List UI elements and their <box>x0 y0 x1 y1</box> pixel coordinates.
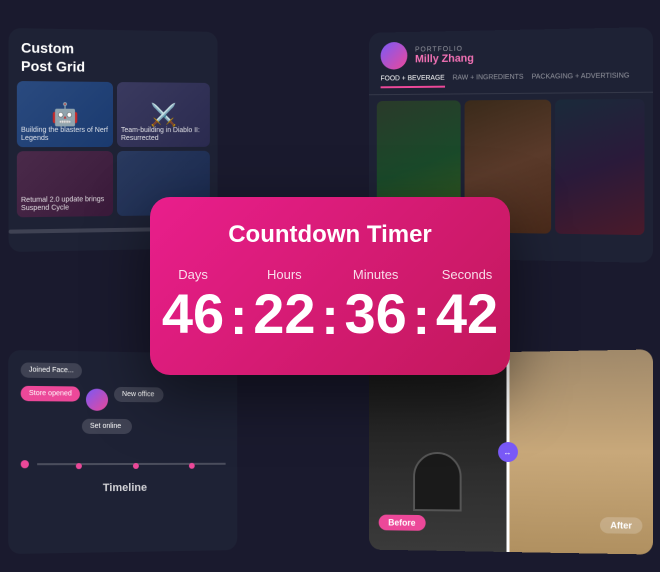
hours-value: 22 <box>253 286 315 342</box>
timeline-row-2: Store opened New office <box>21 386 226 412</box>
portfolio-tab-packaging[interactable]: PACKAGING + ADVERTISING <box>532 72 630 86</box>
timeline-dot-4 <box>189 463 195 469</box>
before-label: Before <box>379 515 425 531</box>
seconds-value: 42 <box>436 286 498 342</box>
post-caption-1: Building the blasters of Nerf Legends <box>21 126 109 143</box>
portfolio-tab-food[interactable]: FOOD + BEVERAGE <box>381 75 445 89</box>
before-panel: Before <box>369 352 507 552</box>
ba-arrows-icon[interactable]: ↔ <box>498 442 518 462</box>
after-label: After <box>600 517 642 534</box>
post-image-1: 🤖 Building the blasters of Nerf Legends <box>17 81 113 147</box>
before-after-card: Before After ↔ <box>369 349 653 554</box>
timeline-bar <box>8 454 237 474</box>
countdown-minutes: Minutes 36 <box>341 267 411 342</box>
portfolio-header: PORTFOLIO Milly Zhang <box>369 27 653 76</box>
portfolio-info: PORTFOLIO Milly Zhang <box>415 45 474 65</box>
countdown-display: Days 46 : Hours 22 : Minutes 36 : Second… <box>180 267 480 347</box>
minutes-value: 36 <box>345 286 407 342</box>
post-caption-3: Retumal 2.0 update brings Suspend Cycle <box>21 196 109 214</box>
post-grid-title: CustomPost Grid <box>9 28 218 83</box>
scene: CustomPost Grid 🤖 Building the blasters … <box>0 0 660 572</box>
timeline-event-office: New office <box>114 387 163 402</box>
timeline-avatar <box>86 389 108 411</box>
countdown-title: Countdown Timer <box>180 221 480 249</box>
timeline-line <box>37 463 225 465</box>
timeline-dot-1 <box>21 460 29 468</box>
timeline-event-store: Store opened <box>21 386 80 402</box>
days-label: Days <box>178 267 208 282</box>
timeline-card: Joined Face... Store opened New office S… <box>8 350 237 554</box>
countdown-hours: Hours 22 <box>249 267 319 342</box>
before-after-scene: Before After ↔ <box>369 349 653 554</box>
portfolio-tab-raw[interactable]: RAW + INGREDIENTS <box>453 74 524 88</box>
hours-label: Hours <box>267 267 302 282</box>
minutes-label: Minutes <box>353 267 399 282</box>
portfolio-name: Milly Zhang <box>415 52 474 65</box>
separator-1: : <box>228 287 249 347</box>
countdown-seconds: Seconds 42 <box>432 267 502 342</box>
portfolio-image-3 <box>555 99 644 235</box>
fireplace-icon <box>413 452 462 512</box>
portfolio-avatar <box>381 42 408 70</box>
seconds-label: Seconds <box>442 267 493 282</box>
timeline-title: Timeline <box>8 474 237 503</box>
separator-2: : <box>319 287 340 347</box>
post-caption-2: Team-building in Diablo II: Resurrected <box>121 127 206 144</box>
timeline-row-3: Set online <box>21 418 226 434</box>
countdown-days: Days 46 <box>158 267 228 342</box>
timeline-event-online: Set online <box>82 419 132 434</box>
after-panel: After <box>508 349 653 554</box>
timeline-event-joined: Joined Face... <box>21 362 82 378</box>
post-image-3: Retumal 2.0 update brings Suspend Cycle <box>17 151 113 217</box>
portfolio-tabs: FOOD + BEVERAGE RAW + INGREDIENTS PACKAG… <box>369 72 653 95</box>
timeline-dot-2 <box>76 463 82 469</box>
countdown-card: Countdown Timer Days 46 : Hours 22 : Min… <box>150 197 510 375</box>
separator-3: : <box>411 287 432 347</box>
days-value: 46 <box>162 286 224 342</box>
post-image-2: ⚔️ Team-building in Diablo II: Resurrect… <box>117 82 210 147</box>
timeline-dot-3 <box>133 463 139 469</box>
